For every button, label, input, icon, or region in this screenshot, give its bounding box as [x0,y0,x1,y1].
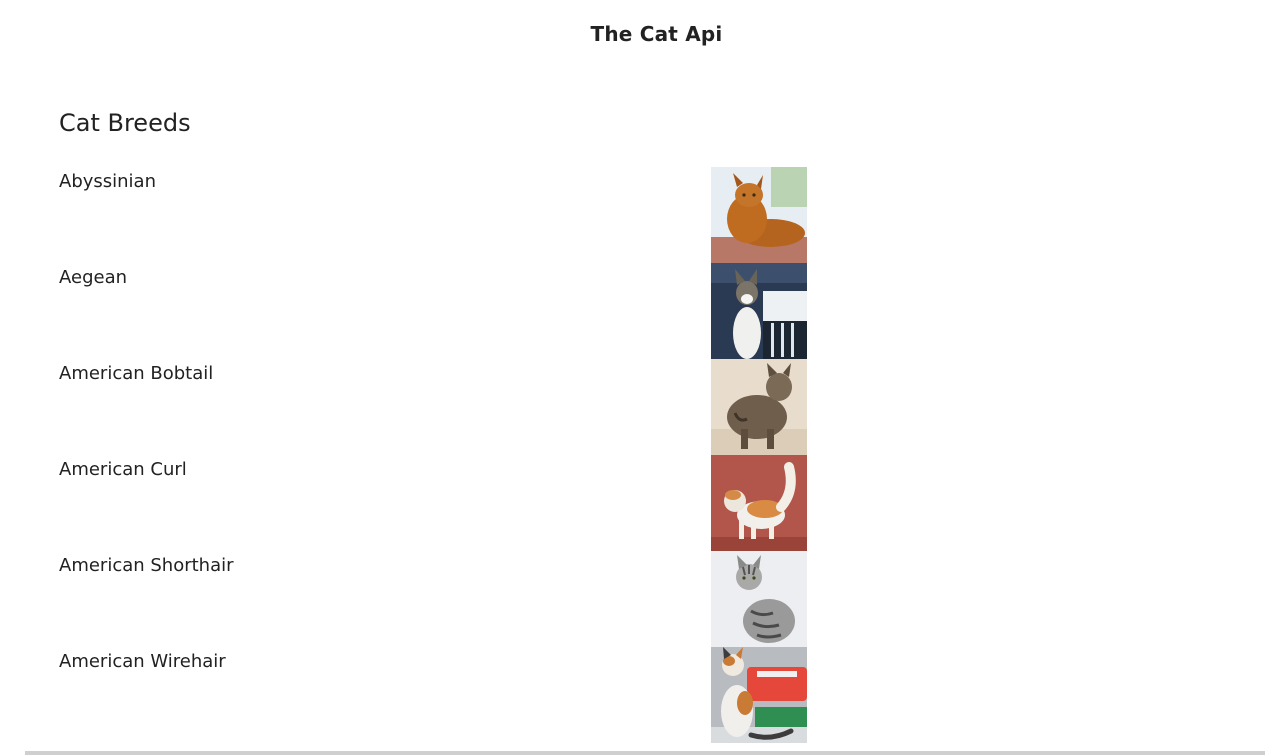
breed-row-aegean: Aegean [0,263,1265,359]
breed-row-american-wirehair: American Wirehair [0,647,1265,743]
breed-image-aegean [711,263,807,359]
breed-image-american-wirehair [711,647,807,743]
section-title: Cat Breeds [59,109,191,137]
app-header-title: The Cat Api [590,22,723,46]
breed-row-abyssinian: Abyssinian [0,167,1265,263]
breed-name: American Curl [59,459,187,480]
breed-name: American Bobtail [59,363,214,384]
breed-list: Abyssinian Aegean American Bobtail Ameri… [0,167,1265,743]
breed-name: Aegean [59,267,128,288]
breed-row-american-bobtail: American Bobtail [0,359,1265,455]
horizontal-scrollbar[interactable] [25,751,1265,755]
breed-row-american-shorthair: American Shorthair [0,551,1265,647]
breed-name: American Shorthair [59,555,234,576]
breed-image-abyssinian [711,167,807,263]
breed-name: Abyssinian [59,171,156,192]
breed-image-american-shorthair [711,551,807,647]
breed-image-american-bobtail [711,359,807,455]
breed-image-american-curl [711,455,807,551]
breed-row-american-curl: American Curl [0,455,1265,551]
breed-name: American Wirehair [59,651,226,672]
